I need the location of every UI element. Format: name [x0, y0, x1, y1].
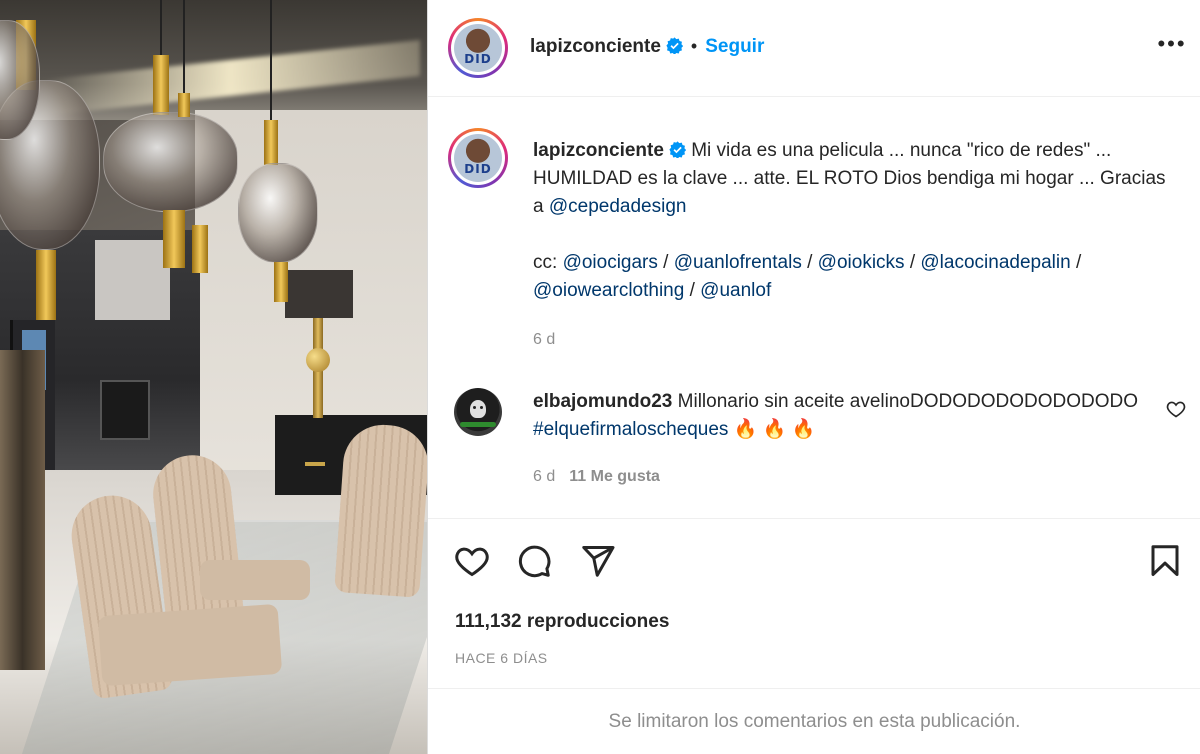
pendant-cord	[183, 0, 185, 95]
verified-badge-icon	[666, 37, 683, 54]
mention-separator: /	[684, 280, 701, 301]
heart-icon[interactable]	[454, 543, 490, 579]
comment-meta: 6 d 11 Me gusta	[533, 462, 1153, 491]
avatar-decoration	[460, 422, 496, 427]
post-media-image[interactable]	[0, 0, 427, 754]
comment: elbajomundo23 Millonario sin aceite avel…	[533, 388, 1153, 491]
oven	[100, 380, 150, 440]
avatar-text: DID	[464, 162, 492, 176]
chair-seat	[97, 603, 283, 687]
mention-link[interactable]: @cepedadesign	[549, 196, 687, 217]
kitchen-cabinet	[95, 240, 170, 320]
caption-username[interactable]: lapizconciente	[533, 140, 664, 161]
hashtag-link[interactable]: #elquefirmaloscheques	[533, 419, 728, 440]
table-lamp-shade	[285, 270, 353, 318]
mention-link[interactable]: @oiowearclothing	[533, 280, 684, 301]
comment-icon[interactable]	[516, 543, 552, 579]
author-username[interactable]: lapizconciente	[530, 36, 661, 57]
fire-emojis: 🔥 🔥 🔥	[733, 419, 816, 440]
paper-plane-icon[interactable]	[580, 543, 616, 579]
mention-link[interactable]: @oiokicks	[818, 252, 905, 273]
pillar	[0, 350, 45, 670]
mention-link[interactable]: @oiocigars	[563, 252, 658, 273]
avatar-text: DID	[464, 52, 492, 66]
commenter-avatar[interactable]	[454, 388, 502, 436]
comment-time[interactable]: 6 d	[533, 468, 555, 485]
post-actions: 111,132 reproducciones HACE 6 DÍAS	[428, 518, 1200, 688]
pendant-cap	[36, 250, 56, 320]
caption-cc: cc: @oiocigars / @uanlofrentals / @oioki…	[533, 249, 1173, 305]
pendant-cap	[153, 55, 169, 115]
comment-text: Millonario sin aceite avelinoDODODODODOD…	[677, 391, 1138, 412]
table-lamp-ornament	[306, 348, 330, 372]
skull-icon	[470, 400, 486, 418]
mention-separator: /	[801, 252, 818, 273]
caption-author-avatar[interactable]: DID	[448, 128, 508, 188]
author-avatar[interactable]: DID	[448, 18, 508, 78]
pendant-bulb	[103, 112, 238, 212]
verified-badge-icon	[669, 141, 686, 158]
mention-separator: /	[1070, 252, 1082, 273]
comment-likes[interactable]: 11 Me gusta	[569, 468, 660, 485]
mention-link[interactable]: @lacocinadepalin	[920, 252, 1070, 273]
header-info: lapizconciente • Seguir	[530, 36, 764, 58]
follow-button[interactable]: Seguir	[705, 36, 764, 57]
post-header: DID lapizconciente • Seguir •••	[428, 0, 1200, 97]
comments-limited-notice: Se limitaron los comentarios en esta pub…	[608, 711, 1021, 732]
comment-like-heart-icon[interactable]	[1166, 399, 1186, 419]
view-count[interactable]: 111,132 reproducciones	[455, 611, 669, 633]
pendant-cap	[178, 93, 190, 117]
post-date[interactable]: HACE 6 DÍAS	[455, 650, 548, 666]
cc-label: cc:	[533, 252, 563, 273]
pendant-cap	[192, 225, 208, 273]
chair-seat	[200, 560, 310, 600]
mention-separator: /	[657, 252, 674, 273]
caption: lapizconciente Mi vida es una pelicula .…	[533, 137, 1173, 354]
caption-time[interactable]: 6 d	[533, 331, 555, 348]
dining-chair	[334, 422, 427, 598]
bookmark-icon[interactable]	[1147, 543, 1183, 579]
mention-link[interactable]: @uanlof	[700, 280, 771, 301]
pendant-cap	[264, 120, 278, 165]
pendant-cap	[274, 262, 288, 302]
pendant-bulb	[238, 163, 318, 263]
pendant-cord	[160, 0, 162, 60]
sideboard-handle	[305, 462, 325, 466]
pendant-cap	[163, 210, 185, 268]
caption-meta: 6 d	[533, 325, 1173, 354]
mention-separator: /	[904, 252, 921, 273]
post-side-panel: DID lapizconciente • Seguir ••• DID lapizc…	[427, 0, 1200, 754]
comment-username[interactable]: elbajomundo23	[533, 391, 672, 412]
more-options-icon[interactable]: •••	[1157, 33, 1187, 60]
comments-footer: Se limitaron los comentarios en esta pub…	[428, 688, 1200, 754]
pendant-cord	[270, 0, 272, 120]
mention-link[interactable]: @uanlofrentals	[674, 252, 802, 273]
header-separator: •	[690, 36, 698, 56]
